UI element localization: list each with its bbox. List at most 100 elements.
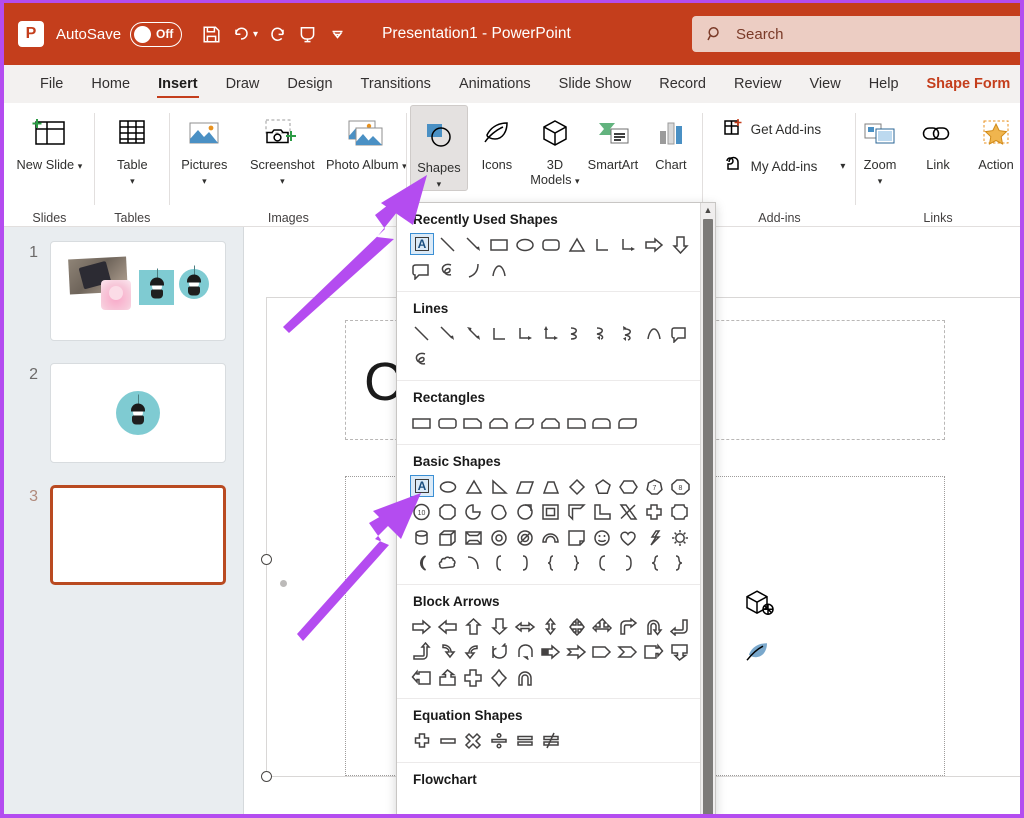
shape-round-single-corner-rectangle[interactable] [564, 410, 590, 436]
shape-minus-sign[interactable] [435, 728, 461, 754]
tab-transitions[interactable]: Transitions [347, 65, 445, 103]
shape-right-arrow[interactable] [409, 614, 435, 640]
shape-double-brace-right[interactable] [667, 550, 693, 576]
shape-right-triangle[interactable] [487, 474, 513, 500]
shape-up-down-arrow[interactable] [538, 614, 564, 640]
shape-line-arrow[interactable] [435, 321, 461, 347]
shape-arc[interactable] [486, 258, 512, 284]
shape-down-arrow[interactable] [486, 614, 512, 640]
shape-scribble[interactable] [409, 347, 435, 373]
tab-insert[interactable]: Insert [144, 65, 212, 103]
shape-left-brace[interactable] [538, 550, 564, 576]
shape-striped-right-arrow[interactable] [538, 639, 564, 665]
undo-chevron-down-icon[interactable]: ▾ [253, 29, 258, 40]
autosave-toggle[interactable]: Off [130, 21, 183, 47]
shape-right-bracket[interactable] [512, 550, 538, 576]
shape-cross[interactable] [641, 499, 667, 525]
shape-rectangle[interactable] [409, 410, 435, 436]
shape-notched-right-arrow[interactable] [564, 639, 590, 665]
redo-icon[interactable] [262, 17, 292, 51]
shape-plus-sign[interactable] [409, 728, 435, 754]
shape-plaque[interactable] [667, 499, 693, 525]
shape-up-arrow-callout[interactable] [435, 665, 461, 691]
shape-snip-diagonal-corner-rectangle[interactable] [512, 410, 538, 436]
shape-bent-up-arrow[interactable] [409, 639, 435, 665]
my-addins-button[interactable]: My Add-ins ▾ [714, 154, 845, 179]
tab-shape-format[interactable]: Shape Form [913, 65, 1020, 103]
shape-curved-down-arrow[interactable] [512, 639, 538, 665]
shape-right-arrow-callout[interactable] [641, 639, 667, 665]
shape-connector-elbow-arrow[interactable] [512, 321, 538, 347]
shape-dodecagon[interactable] [435, 499, 461, 525]
screenshot-button[interactable]: Screenshot ▾ [240, 103, 324, 187]
action-button[interactable]: Action [967, 103, 1020, 172]
gallery-shape-grid[interactable] [397, 321, 702, 372]
shape-double-bracket-right[interactable] [615, 550, 641, 576]
shape-left-arrow[interactable] [435, 614, 461, 640]
chevron-down-icon[interactable]: ▾ [840, 161, 845, 172]
shape-arc[interactable] [461, 550, 487, 576]
chevron-down-icon[interactable]: ▾ [130, 176, 135, 186]
slide-thumbnail-panel[interactable]: 1 2 3 [4, 227, 244, 814]
shape-half-frame[interactable] [564, 499, 590, 525]
shape-connector-curved-double-arrow[interactable] [615, 321, 641, 347]
shape-lightning-bolt[interactable] [641, 525, 667, 551]
tab-file[interactable]: File [26, 65, 77, 103]
photo-album-button[interactable]: Photo Album ▾ [324, 103, 408, 172]
shape-moon[interactable] [409, 550, 435, 576]
gallery-shape-grid[interactable]: A 7 8 10 [397, 474, 702, 576]
shape-folded-corner[interactable] [564, 525, 590, 551]
shape-isosceles-triangle[interactable] [461, 474, 487, 500]
chevron-down-icon[interactable]: ▾ [575, 176, 580, 186]
shape-sun[interactable] [667, 525, 693, 551]
insert-icons-icon[interactable] [744, 638, 774, 669]
shape-decagon[interactable]: 10 [409, 499, 435, 525]
tab-animations[interactable]: Animations [445, 65, 545, 103]
shape-pentagon[interactable] [590, 474, 616, 500]
gallery-scrollbar[interactable]: ▲ [700, 203, 715, 814]
thumbnail-item-1[interactable]: 1 [4, 241, 243, 341]
shape-block-arc[interactable] [538, 525, 564, 551]
selection-handle-left-bottom[interactable] [261, 771, 272, 782]
gallery-shape-grid[interactable] [397, 410, 702, 436]
shape-teardrop[interactable] [512, 499, 538, 525]
table-button[interactable]: Table ▾ [103, 103, 161, 187]
tab-help[interactable]: Help [855, 65, 913, 103]
get-addins-button[interactable]: Get Add-ins [714, 117, 846, 142]
tab-slide-show[interactable]: Slide Show [545, 65, 646, 103]
gallery-shape-grid[interactable] [397, 614, 702, 691]
shape-rectangle[interactable] [487, 232, 513, 258]
shape-diagonal-stripe[interactable] [615, 499, 641, 525]
smartart-button[interactable]: SmartArt [584, 103, 642, 172]
shape-snip-single-corner-rectangle[interactable] [461, 410, 487, 436]
thumbnail-item-3[interactable]: 3 [4, 485, 243, 585]
link-button[interactable]: Link [909, 103, 967, 172]
shape-connector-elbow-double-arrow[interactable] [538, 321, 564, 347]
shapes-button[interactable]: Shapes ▾ [409, 105, 468, 192]
chevron-down-icon[interactable]: ▾ [78, 161, 83, 171]
shape-equal-sign[interactable] [512, 728, 538, 754]
shape-cross-arrow[interactable] [461, 665, 487, 691]
insert-3d-model-icon[interactable] [743, 589, 775, 622]
chevron-down-icon[interactable]: ▾ [202, 176, 207, 186]
shape-left-right-arrow[interactable] [512, 614, 538, 640]
selection-handle-left-top[interactable] [261, 554, 272, 565]
shape-snip-and-round-single-corner-rectangle[interactable] [538, 410, 564, 436]
shape-chord[interactable] [486, 499, 512, 525]
tab-draw[interactable]: Draw [212, 65, 274, 103]
thumbnail-item-2[interactable]: 2 [4, 363, 243, 463]
shape-cloud[interactable] [435, 550, 461, 576]
gallery-shape-grid[interactable]: A [397, 232, 702, 283]
customize-quick-access-toolbar-icon[interactable] [322, 17, 352, 51]
shape-down-arrow[interactable] [667, 232, 693, 258]
start-from-beginning-icon[interactable] [292, 17, 322, 51]
shape-heptagon[interactable]: 7 [641, 474, 667, 500]
shape-line-double-arrow[interactable] [461, 321, 487, 347]
shape-left-bracket[interactable] [486, 550, 512, 576]
chevron-down-icon[interactable]: ▾ [878, 176, 883, 186]
search-input[interactable]: Search [736, 26, 784, 43]
tab-view[interactable]: View [796, 65, 855, 103]
shape-curved-up-arrow[interactable] [486, 639, 512, 665]
shape-isosceles-triangle[interactable] [564, 232, 590, 258]
tab-home[interactable]: Home [77, 65, 144, 103]
